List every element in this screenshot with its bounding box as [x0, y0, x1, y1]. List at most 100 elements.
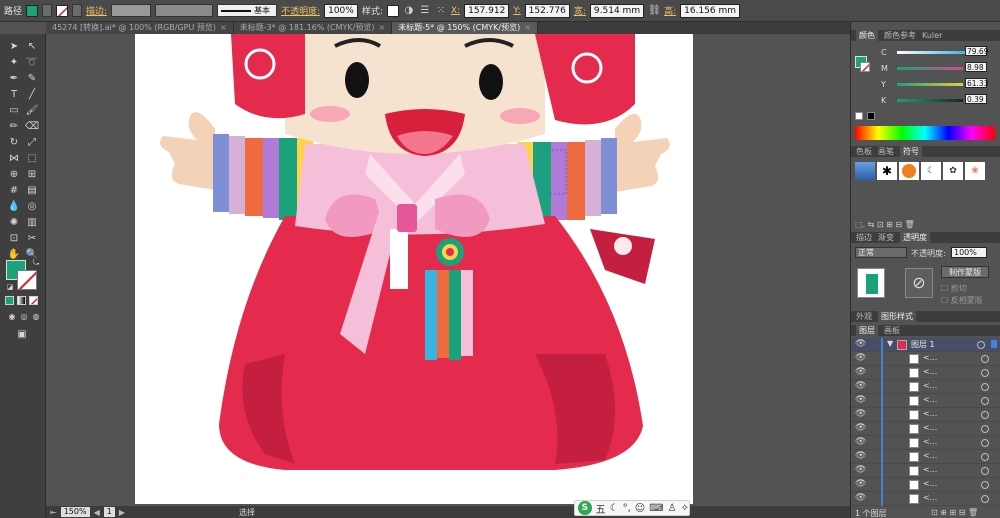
- keyboard-icon[interactable]: ⌨: [649, 503, 663, 514]
- symbol-item[interactable]: ✱: [877, 162, 897, 180]
- w-field[interactable]: 9.514 mm: [589, 3, 645, 18]
- line-tool-icon[interactable]: ╱: [24, 88, 40, 102]
- tab-stroke[interactable]: 描边: [856, 232, 872, 243]
- direct-selection-tool-icon[interactable]: ↖: [24, 40, 40, 54]
- stroke-color-box[interactable]: [17, 270, 37, 290]
- ime-toolbar[interactable]: S 五 ☾ °, ☺ ⌨ ♙ ✧: [574, 500, 690, 516]
- artboard-tool-icon[interactable]: ⊡: [6, 232, 22, 246]
- target-circle-icon[interactable]: [981, 383, 989, 391]
- fill-swatch[interactable]: [26, 4, 39, 17]
- channel-c-value[interactable]: 79.69: [965, 46, 988, 56]
- sublayer-name[interactable]: <...: [923, 451, 937, 460]
- symbol-item[interactable]: ❀: [965, 162, 985, 180]
- visibility-eye-icon[interactable]: 👁: [855, 479, 866, 489]
- face-icon[interactable]: ☺: [635, 503, 645, 514]
- visibility-eye-icon[interactable]: 👁: [855, 465, 866, 475]
- target-circle-icon[interactable]: [981, 411, 989, 419]
- shape-builder-tool-icon[interactable]: ⊕: [6, 168, 22, 182]
- target-circle-icon[interactable]: [981, 369, 989, 377]
- channel-k-value[interactable]: 0.39: [965, 94, 987, 104]
- brush-definition[interactable]: 基本: [217, 4, 278, 17]
- close-icon[interactable]: ×: [378, 23, 385, 32]
- layer-row[interactable]: 👁 <...: [851, 464, 1000, 478]
- tab-transparency[interactable]: 透明度: [900, 232, 930, 243]
- symbol-item[interactable]: [899, 162, 919, 180]
- sublayer-name[interactable]: <...: [923, 423, 937, 432]
- no-mask-icon[interactable]: ⊘: [905, 268, 933, 298]
- column-graph-tool-icon[interactable]: ▥: [24, 216, 40, 230]
- channel-k-slider[interactable]: [897, 99, 963, 102]
- magic-wand-tool-icon[interactable]: ✦: [6, 56, 22, 70]
- target-circle-icon[interactable]: [981, 495, 989, 503]
- sublayer-name[interactable]: <...: [923, 479, 937, 488]
- invert-mask-checkbox[interactable]: ☐ 反相蒙版: [941, 295, 983, 306]
- tab-brushes[interactable]: 画笔: [878, 146, 894, 157]
- color-spectrum-bar[interactable]: [855, 126, 995, 140]
- user-icon[interactable]: ♙: [668, 503, 677, 514]
- tab-layers[interactable]: 图层: [856, 325, 878, 336]
- expand-triangle-icon[interactable]: ▼: [887, 339, 893, 348]
- eraser-tool-icon[interactable]: ⌫: [24, 120, 40, 134]
- symbol-item[interactable]: ☾: [921, 162, 941, 180]
- fill-dropdown[interactable]: [42, 4, 53, 17]
- layer-row[interactable]: 👁 <...: [851, 436, 1000, 450]
- transform-reference-icon[interactable]: ⁙: [435, 5, 447, 17]
- curvature-tool-icon[interactable]: ✎: [24, 72, 40, 86]
- visibility-eye-icon[interactable]: 👁: [855, 437, 866, 447]
- channel-m-slider[interactable]: [897, 67, 963, 70]
- h-field[interactable]: 16.156 mm: [680, 3, 741, 18]
- pencil-tool-icon[interactable]: ✏: [6, 120, 22, 134]
- white-swatch[interactable]: [855, 112, 863, 120]
- zoom-field[interactable]: 150%: [60, 507, 90, 517]
- layer-name[interactable]: 图层 1: [911, 339, 935, 350]
- sublayer-name[interactable]: <...: [923, 437, 937, 446]
- visibility-eye-icon[interactable]: 👁: [855, 423, 866, 433]
- x-label[interactable]: X:: [451, 6, 460, 16]
- align-icon[interactable]: ☰: [419, 5, 431, 17]
- target-circle-icon[interactable]: [981, 355, 989, 363]
- target-circle-icon[interactable]: [981, 481, 989, 489]
- default-fill-stroke-icon[interactable]: ◪: [2, 280, 18, 294]
- graphic-style-swatch[interactable]: [386, 4, 399, 17]
- tab-doc-3[interactable]: 未标题-5* @ 150% (CMYK/预览) ×: [392, 22, 538, 34]
- layer-row[interactable]: 👁 <...: [851, 478, 1000, 492]
- visibility-eye-icon[interactable]: 👁: [855, 353, 866, 363]
- tab-graphic-styles[interactable]: 图形样式: [878, 311, 916, 322]
- swap-fill-stroke-icon[interactable]: ⤿: [28, 256, 44, 270]
- close-icon[interactable]: ×: [220, 23, 227, 32]
- tab-doc-2[interactable]: 未标题-3* @ 181.16% (CMYK/预览) ×: [233, 22, 393, 34]
- gradient-mode-icon[interactable]: [17, 296, 26, 305]
- visibility-eye-icon[interactable]: 👁: [855, 395, 866, 405]
- clip-checkbox[interactable]: ☐ 剪切: [941, 283, 967, 294]
- tab-artboards[interactable]: 画板: [884, 325, 900, 336]
- color-mode-icon[interactable]: [5, 296, 14, 305]
- opacity-field[interactable]: 100%: [324, 3, 358, 18]
- visibility-eye-icon[interactable]: 👁: [855, 493, 866, 503]
- pen-tool-icon[interactable]: ✒: [6, 72, 22, 86]
- type-tool-icon[interactable]: T: [6, 88, 22, 102]
- eyedropper-tool-icon[interactable]: 💧: [6, 200, 22, 214]
- target-circle-icon[interactable]: [981, 439, 989, 447]
- artboard[interactable]: [135, 34, 693, 504]
- close-icon[interactable]: ×: [524, 23, 531, 32]
- visibility-eye-icon[interactable]: 👁: [855, 409, 866, 419]
- color-panel-stroke[interactable]: [860, 62, 870, 72]
- y-label[interactable]: Y:: [513, 6, 520, 16]
- sublayer-name[interactable]: <...: [923, 493, 937, 502]
- wrench-icon[interactable]: ✧: [681, 503, 689, 514]
- moon-icon[interactable]: ☾: [610, 503, 619, 514]
- tab-doc-1[interactable]: 45274 [转换].ai* @ 100% (RGB/GPU 预览) ×: [46, 22, 234, 34]
- h-label[interactable]: 高:: [664, 4, 676, 17]
- paintbrush-tool-icon[interactable]: 🖌: [24, 104, 40, 118]
- sublayer-name[interactable]: <...: [923, 465, 937, 474]
- screen-mode-icon[interactable]: ▣: [14, 328, 30, 342]
- sublayer-name[interactable]: <...: [923, 381, 937, 390]
- target-circle-icon[interactable]: [981, 467, 989, 475]
- layer-row[interactable]: 👁 <...: [851, 408, 1000, 422]
- stroke-weight-field[interactable]: [111, 4, 152, 17]
- w-label[interactable]: 宽:: [574, 4, 586, 17]
- gradient-tool-icon[interactable]: ▤: [24, 184, 40, 198]
- draw-inside-icon[interactable]: ◍: [28, 310, 44, 324]
- layer-row-top[interactable]: 👁 ▼ 图层 1: [851, 338, 1000, 352]
- layer-row[interactable]: 👁 <...: [851, 450, 1000, 464]
